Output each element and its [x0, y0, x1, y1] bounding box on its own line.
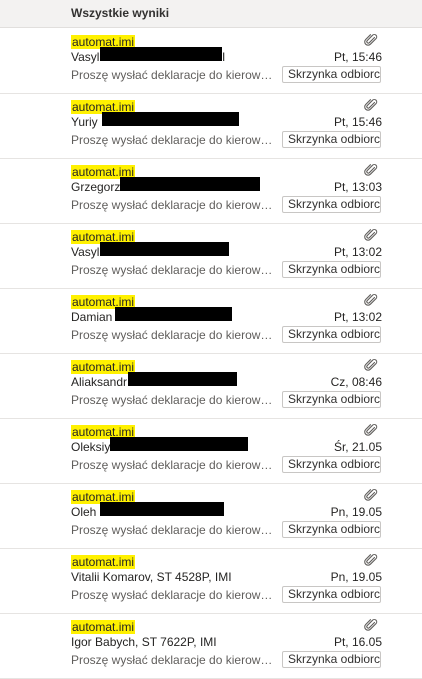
- message-date: Pn, 19.05: [330, 570, 382, 584]
- folder-tag[interactable]: Skrzynka odbiorcza: [282, 326, 381, 343]
- folder-tag[interactable]: Skrzynka odbiorcza: [282, 586, 381, 603]
- message-item[interactable]: automat.imi Vitalii Komarov, ST 4528P, IM…: [0, 549, 422, 614]
- highlighted-sender-address: automat.imi: [71, 360, 136, 374]
- paperclip-icon: [364, 423, 378, 437]
- message-preview: Proszę wysłać deklaracje do kierownika b…: [71, 263, 276, 277]
- redaction-bar: [110, 437, 248, 451]
- message-date: Pt, 15:46: [333, 115, 382, 129]
- message-date: Pt, 13:02: [333, 245, 382, 259]
- message-item[interactable]: automat.imi Oleh Pn, 19.05 Proszę wysłać de…: [0, 484, 422, 549]
- message-date: Cz, 08:46: [330, 375, 382, 389]
- message-date: Pt, 13:03: [333, 180, 382, 194]
- folder-tag[interactable]: Skrzynka odbiorcza: [282, 66, 381, 83]
- message-date: Pt, 16.05: [333, 635, 382, 649]
- paperclip-icon: [364, 293, 378, 307]
- paperclip-icon: [364, 228, 378, 242]
- sender-name: Aliaksandr: [71, 375, 128, 389]
- message-preview: Proszę wysłać deklaracje do kierownika b…: [71, 198, 276, 212]
- folder-tag[interactable]: Skrzynka odbiorcza: [282, 456, 381, 473]
- paperclip-icon: [364, 358, 378, 372]
- redaction-bar: [102, 112, 239, 126]
- message-preview: Proszę wysłać deklaracje do kierownika b…: [71, 458, 276, 472]
- message-preview: Proszę wysłać deklaracje do kierownika b…: [71, 328, 276, 342]
- paperclip-icon: [364, 488, 378, 502]
- redaction-bar: [100, 502, 224, 516]
- message-item[interactable]: automat.imi Vasyl I Pt, 15:46 Proszę wysłać …: [0, 29, 422, 94]
- sender-name: Yuriy: [71, 115, 98, 129]
- message-preview: Proszę wysłać deklaracje do kierownika b…: [71, 68, 276, 82]
- message-date: Pt, 13:02: [333, 310, 382, 324]
- sender-name: Damian: [71, 310, 113, 324]
- folder-tag[interactable]: Skrzynka odbiorcza: [282, 391, 381, 408]
- folder-tag[interactable]: Skrzynka odbiorcza: [282, 196, 381, 213]
- highlighted-sender-address: automat.imi: [71, 620, 136, 634]
- message-item[interactable]: automat.imi Oleksiy Śr, 21.05 Proszę wysłać…: [0, 419, 422, 484]
- message-item[interactable]: automat.imi Grzegorz Pt, 13:03 Proszę wysła…: [0, 159, 422, 224]
- paperclip-icon: [364, 618, 378, 632]
- paperclip-icon: [364, 553, 378, 567]
- message-item[interactable]: automat.imi Yuriy Pt, 15:46 Proszę wysłać d…: [0, 94, 422, 159]
- redaction-bar: [100, 47, 222, 61]
- message-item[interactable]: automat.imi Igor Babych, ST 7622P, IMI Pt,…: [0, 614, 422, 679]
- folder-tag[interactable]: Skrzynka odbiorcza: [282, 261, 381, 278]
- sender-name: Vasyl: [71, 50, 100, 64]
- paperclip-icon: [364, 163, 378, 177]
- results-header: Wszystkie wyniki: [0, 0, 422, 28]
- message-preview: Proszę wysłać deklaracje do kierownika b…: [71, 393, 276, 407]
- sender-name: Grzegorz: [71, 180, 121, 194]
- results-title: Wszystkie wyniki: [71, 6, 170, 20]
- sender-name-suffix: I: [222, 50, 226, 64]
- sender-name: Vitalii Komarov, ST 4528P, IMI: [71, 570, 232, 584]
- redaction-bar: [128, 372, 237, 386]
- message-preview: Proszę wysłać deklaracje do kierownika b…: [71, 653, 276, 667]
- highlighted-sender-address: automat.imi: [71, 555, 136, 569]
- message-item[interactable]: automat.imi Damian Pt, 13:02 Proszę wysłać …: [0, 289, 422, 354]
- sender-name: Vasyl: [71, 245, 100, 259]
- folder-tag[interactable]: Skrzynka odbiorcza: [282, 131, 381, 148]
- message-preview: Proszę wysłać deklaracje do kierownika b…: [71, 523, 276, 537]
- redaction-bar: [115, 307, 232, 321]
- sender-name: Oleksiy: [71, 440, 111, 454]
- message-item[interactable]: automat.imi Vasyl Pt, 13:02 Proszę wysłać d…: [0, 224, 422, 289]
- sender-name: Oleh: [71, 505, 97, 519]
- folder-tag[interactable]: Skrzynka odbiorcza: [282, 651, 381, 668]
- paperclip-icon: [364, 98, 378, 112]
- message-item[interactable]: automat.imi Aliaksandr Cz, 08:46 Proszę wys…: [0, 354, 422, 419]
- folder-tag[interactable]: Skrzynka odbiorcza: [282, 521, 381, 538]
- redaction-bar: [100, 242, 229, 256]
- message-preview: Proszę wysłać deklaracje do kierownika b…: [71, 588, 276, 602]
- message-preview: Proszę wysłać deklaracje do kierownika b…: [71, 133, 276, 147]
- sender-name: Igor Babych, ST 7622P, IMI: [71, 635, 217, 649]
- redaction-bar: [120, 177, 260, 191]
- message-date: Pn, 19.05: [330, 505, 382, 519]
- paperclip-icon: [364, 33, 378, 47]
- message-date: Pt, 15:46: [333, 50, 382, 64]
- message-date: Śr, 21.05: [333, 440, 382, 454]
